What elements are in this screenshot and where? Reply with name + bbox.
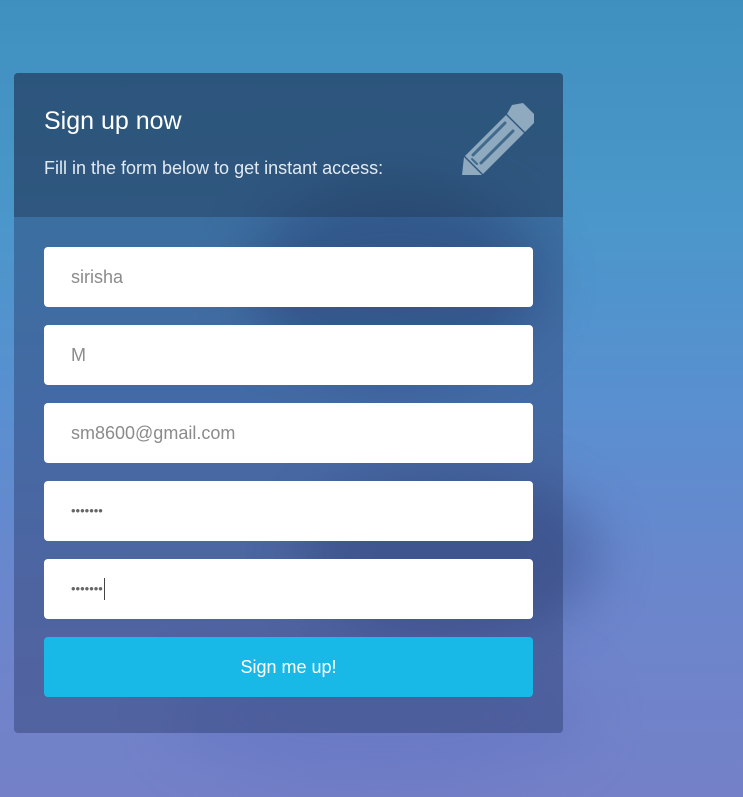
first-name-value: sirisha [71, 267, 124, 287]
sign-up-button[interactable]: Sign me up! [44, 637, 533, 697]
confirm-password-field[interactable]: ••••••• [44, 559, 533, 619]
signup-subtitle: Fill in the form below to get instant ac… [44, 158, 384, 178]
text-cursor [103, 578, 105, 600]
last-name-value: M [71, 345, 86, 365]
signup-form: sirisha M sm8600@gmail.com ••••••• •••••… [44, 247, 533, 697]
signup-title: Sign up now [44, 107, 182, 135]
signup-card: Sign up now Fill in the form below to ge… [14, 73, 563, 733]
password-mask: ••••••• [71, 503, 103, 518]
first-name-field[interactable]: sirisha [44, 247, 533, 307]
signup-header: Sign up now Fill in the form below to ge… [14, 73, 563, 217]
email-field[interactable]: sm8600@gmail.com [44, 403, 533, 463]
confirm-password-mask-wrapper: ••••••• [71, 578, 105, 600]
pencil-icon [462, 103, 534, 175]
confirm-password-mask: ••••••• [71, 581, 103, 596]
password-field[interactable]: ••••••• [44, 481, 533, 541]
email-value: sm8600@gmail.com [71, 423, 236, 443]
last-name-field[interactable]: M [44, 325, 533, 385]
